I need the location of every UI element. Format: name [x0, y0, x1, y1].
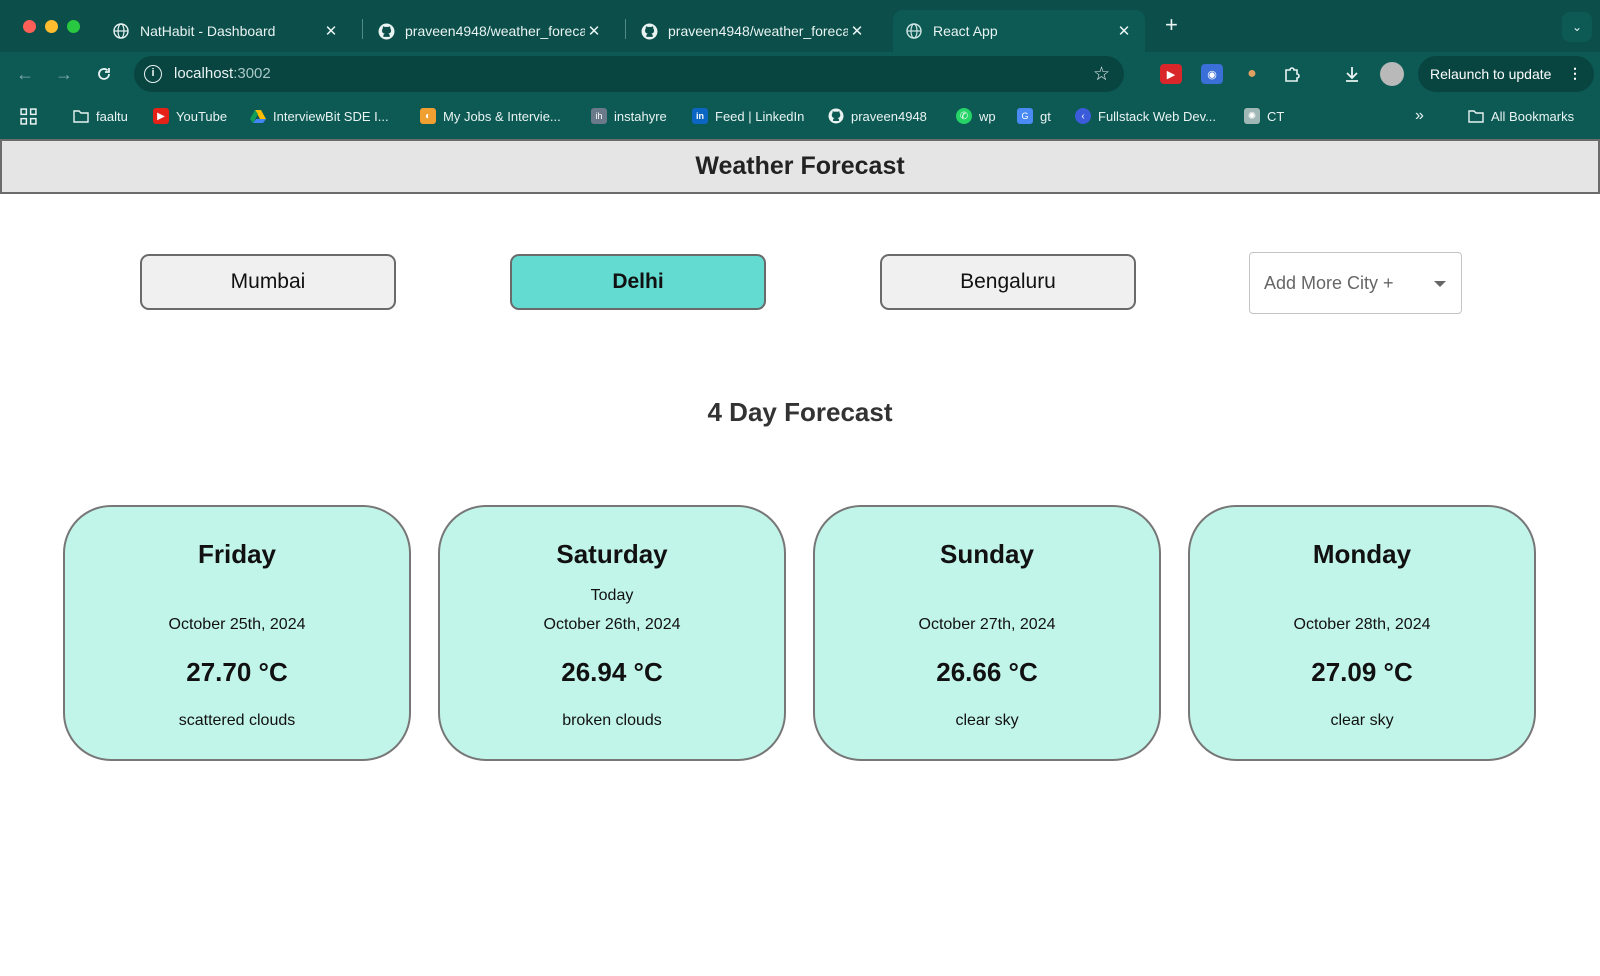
bookmark-linkedin[interactable]: in Feed | LinkedIn	[692, 106, 804, 126]
chatgpt-icon: ✺	[1244, 108, 1260, 124]
forecast-day: Monday	[1312, 539, 1412, 569]
address-bar[interactable]: i localhost:3002 ☆	[134, 56, 1124, 92]
github-icon	[640, 22, 658, 40]
more-menu-icon[interactable]: ⋮	[1568, 65, 1582, 82]
city-button-delhi[interactable]: Delhi	[510, 254, 766, 310]
all-bookmarks[interactable]: All Bookmarks	[1468, 106, 1574, 126]
today-label: Today	[590, 587, 634, 604]
tab-github-2[interactable]: praveen4948/weather_foreca ✕	[628, 10, 878, 52]
linkedin-icon: in	[692, 108, 708, 124]
tab-separator	[362, 19, 363, 39]
translate-icon: G	[1017, 108, 1033, 124]
tab-title: React App	[933, 23, 998, 39]
folder-icon	[1468, 108, 1484, 124]
relaunch-to-update-button[interactable]: Relaunch to update ⋮	[1418, 56, 1594, 92]
forecast-date: October 26th, 2024	[543, 616, 681, 633]
chevron-down-icon	[1434, 281, 1446, 287]
forecast-description: scattered clouds	[178, 712, 296, 729]
screen-capture-extension-icon[interactable]: ◉	[1201, 64, 1223, 84]
tab-github-1[interactable]: praveen4948/weather_foreca ✕	[365, 10, 615, 52]
bookmark-ct[interactable]: ✺ CT	[1244, 106, 1284, 126]
url-text: localhost:3002	[174, 65, 271, 82]
forward-icon[interactable]: →	[52, 62, 76, 86]
bookmark-youtube[interactable]: ▶ YouTube	[153, 106, 227, 126]
close-icon[interactable]: ✕	[848, 22, 866, 40]
forecast-day: Sunday	[940, 539, 1034, 569]
maximize-window-button[interactable]	[67, 20, 80, 33]
add-city-placeholder: Add More City +	[1264, 273, 1394, 293]
youtube-icon: ▶	[153, 108, 169, 124]
browser-chrome: NatHabit - Dashboard ✕ praveen4948/weath…	[0, 0, 1600, 139]
apps-grid-icon[interactable]	[20, 106, 37, 126]
github-icon	[377, 22, 395, 40]
add-city-select[interactable]: Add More City +	[1249, 252, 1462, 314]
bookmark-wp[interactable]: ✆ wp	[956, 106, 996, 126]
forecast-card: Monday October 28th, 2024 27.09 °C clear…	[1188, 505, 1536, 761]
browser-toolbar: ← → i localhost:3002 ☆ ▶ ◉ ● Relaunch to…	[0, 52, 1600, 96]
cookie-extension-icon[interactable]: ●	[1241, 64, 1263, 84]
globe-icon	[112, 22, 130, 40]
forecast-card: Sunday October 27th, 2024 26.66 °C clear…	[813, 505, 1161, 761]
tab-title: praveen4948/weather_foreca	[668, 23, 848, 39]
tab-title: praveen4948/weather_foreca	[405, 23, 585, 39]
instahyre-icon: ih	[591, 108, 607, 124]
bookmarks-bar: faaltu ▶ YouTube InterviewBit SDE I... ◐ M…	[0, 96, 1600, 136]
profile-avatar-icon[interactable]	[1380, 62, 1404, 86]
back-icon[interactable]: ←	[13, 62, 37, 86]
tab-search-button[interactable]: ⌄	[1562, 12, 1592, 42]
close-icon[interactable]: ✕	[1115, 22, 1133, 40]
tab-react-app[interactable]: React App ✕	[893, 10, 1145, 52]
minimize-window-button[interactable]	[45, 20, 58, 33]
download-icon[interactable]	[1341, 64, 1363, 84]
globe-icon	[905, 22, 923, 40]
bookmark-star-icon[interactable]: ☆	[1093, 63, 1110, 86]
forecast-date: October 25th, 2024	[168, 616, 306, 633]
bookmark-gt[interactable]: Ggt	[1017, 106, 1051, 126]
city-button-bengaluru[interactable]: Bengaluru	[880, 254, 1136, 310]
app-header: Weather Forecast	[0, 139, 1600, 194]
forecast-temperature: 27.70 °C	[186, 657, 288, 687]
drive-icon	[250, 108, 266, 124]
forecast-date: October 28th, 2024	[1293, 616, 1431, 633]
bookmark-github-profile[interactable]: praveen4948	[828, 106, 927, 126]
forecast-description: clear sky	[1330, 712, 1394, 729]
more-bookmarks-icon[interactable]: »	[1415, 106, 1424, 126]
tab-title: NatHabit - Dashboard	[140, 23, 276, 39]
close-icon[interactable]: ✕	[585, 22, 603, 40]
reload-icon[interactable]	[92, 62, 116, 86]
city-button-mumbai[interactable]: Mumbai	[140, 254, 396, 310]
course-icon: ‹	[1075, 108, 1091, 124]
whatsapp-icon: ✆	[956, 108, 972, 124]
bookmark-interviewbit[interactable]: InterviewBit SDE I...	[250, 106, 389, 126]
github-icon	[828, 108, 844, 124]
extensions-puzzle-icon[interactable]	[1281, 64, 1303, 84]
close-window-button[interactable]	[23, 20, 36, 33]
forecast-day: Saturday	[556, 539, 668, 569]
tab-nathabit[interactable]: NatHabit - Dashboard ✕	[100, 10, 352, 52]
forecast-description: clear sky	[955, 712, 1019, 729]
close-icon[interactable]: ✕	[322, 22, 340, 40]
bookmark-instahyre[interactable]: ih instahyre	[591, 106, 667, 126]
tab-separator	[625, 19, 626, 39]
page-title: Weather Forecast	[695, 152, 905, 180]
forecast-card: Friday October 25th, 2024 27.70 °C scatt…	[63, 505, 411, 761]
jobs-icon: ◐	[420, 108, 436, 124]
forecast-temperature: 26.94 °C	[561, 657, 663, 687]
new-tab-button[interactable]: +	[1165, 14, 1178, 36]
forecast-date: October 27th, 2024	[918, 616, 1056, 633]
forecast-temperature: 26.66 °C	[936, 657, 1038, 687]
tab-strip: NatHabit - Dashboard ✕ praveen4948/weath…	[0, 0, 1600, 52]
forecast-description: broken clouds	[562, 712, 662, 729]
bookmark-my-jobs[interactable]: ◐ My Jobs & Intervie...	[420, 106, 561, 126]
forecast-day: Friday	[197, 539, 277, 569]
bookmark-fullstack[interactable]: ‹ Fullstack Web Dev...	[1075, 106, 1216, 126]
forecast-heading: 4 Day Forecast	[707, 397, 893, 427]
forecast-temperature: 27.09 °C	[1311, 657, 1413, 687]
forecast-card: Saturday Today October 26th, 2024 26.94 …	[438, 505, 786, 761]
bookmark-faaltu[interactable]: faaltu	[73, 106, 128, 126]
youtube-extension-icon[interactable]: ▶	[1160, 64, 1182, 84]
site-info-icon[interactable]: i	[144, 65, 162, 83]
folder-icon	[73, 108, 89, 124]
